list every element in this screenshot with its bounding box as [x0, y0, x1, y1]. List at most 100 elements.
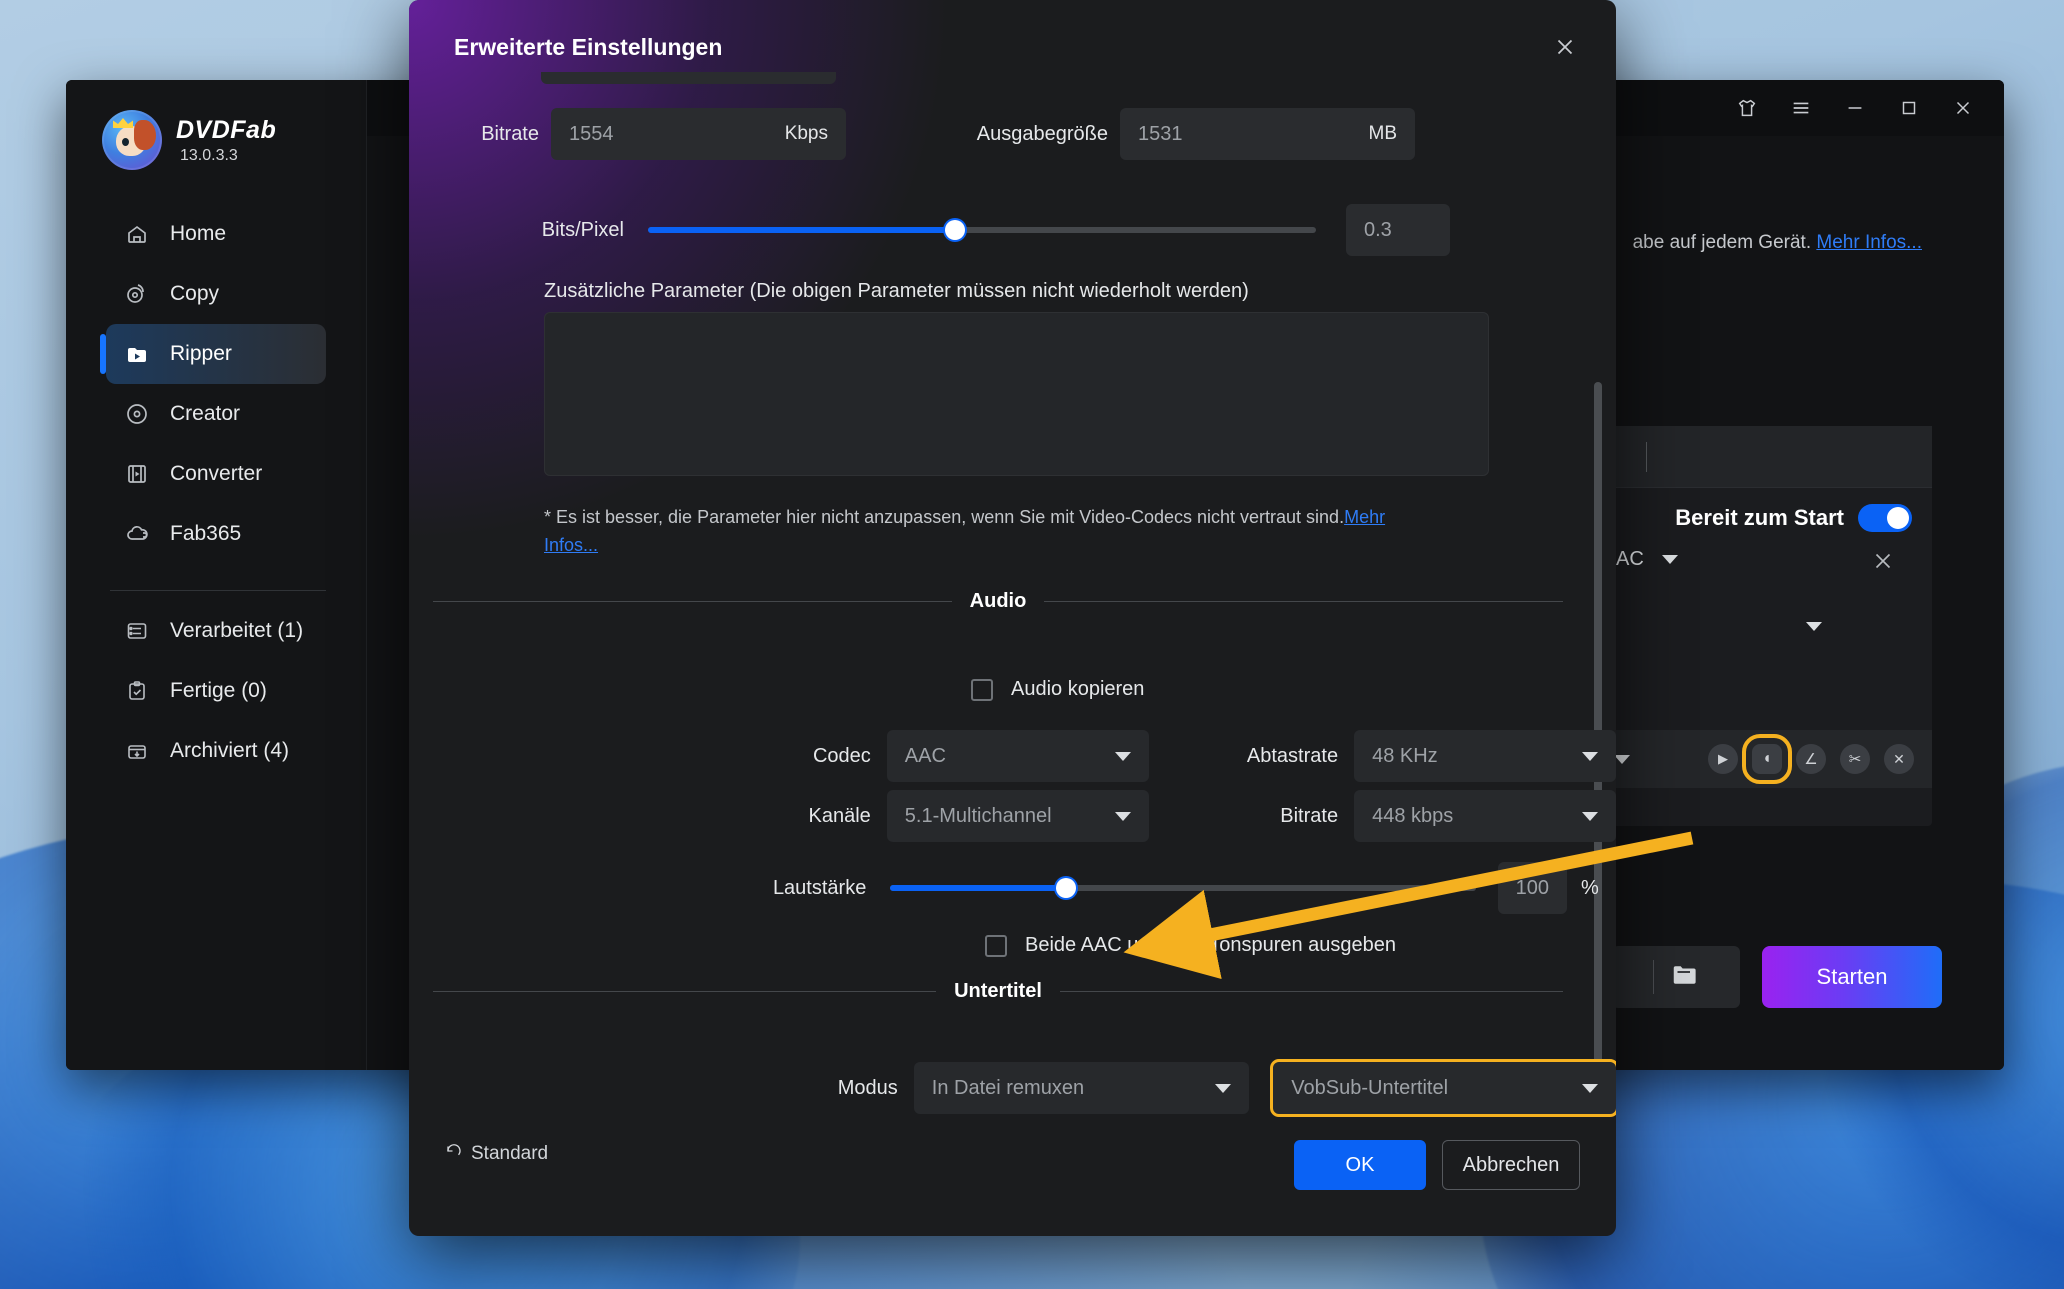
- audio-bitrate-select[interactable]: 448 kbps: [1354, 790, 1616, 842]
- cancel-button[interactable]: Abbrechen: [1442, 1140, 1580, 1190]
- sidebar-item-creator[interactable]: Creator: [106, 384, 326, 444]
- film-icon: [124, 461, 150, 487]
- dialog-footer: Standard OK Abbrechen: [409, 1096, 1616, 1236]
- outsize-label: Ausgabegröße: [976, 122, 1108, 145]
- subtitle-section-divider: Untertitel: [433, 980, 1564, 1003]
- task-toolbar: ▶ ◖ ∠ ✂ ✕: [1610, 730, 1932, 788]
- chevron-down-icon: [1215, 1083, 1232, 1093]
- sidebar-item-ripper[interactable]: Ripper: [100, 324, 326, 384]
- ready-toggle[interactable]: [1858, 504, 1912, 532]
- advanced-settings-dialog: Erweiterte Einstellungen Bitrate 1554 Kb…: [409, 0, 1616, 1236]
- output-folder-button[interactable]: [1612, 946, 1740, 1008]
- chevron-down-icon: [1582, 751, 1599, 761]
- ok-button[interactable]: OK: [1294, 1140, 1426, 1190]
- sidebar-item-fertige[interactable]: Fertige (0): [106, 661, 326, 721]
- home-icon: [124, 221, 150, 247]
- sidebar-item-label: Verarbeitet (1): [170, 619, 304, 642]
- hero-note-link[interactable]: Mehr Infos...: [1816, 232, 1922, 253]
- dialog-scrollbar[interactable]: [1594, 382, 1602, 1072]
- volume-unit: %: [1580, 876, 1599, 899]
- samplerate-label: Abtastrate: [1246, 744, 1339, 767]
- remove-icon[interactable]: ✕: [1884, 744, 1914, 774]
- sidebar-item-label: Archiviert (4): [170, 739, 290, 762]
- outsize-input[interactable]: 1531 MB: [1120, 108, 1415, 160]
- clipboard-check-icon: [124, 678, 150, 704]
- hamburger-menu-icon[interactable]: [1774, 80, 1828, 136]
- audio-bitrate-label: Bitrate: [1280, 804, 1339, 827]
- sidebar-item-fab365[interactable]: Fab365: [106, 504, 326, 564]
- volume-value: 100: [1515, 876, 1549, 899]
- outsize-value: 1531: [1138, 122, 1183, 145]
- extra-params-textarea[interactable]: [544, 312, 1489, 476]
- sidebar-item-label: Converter: [170, 462, 263, 485]
- shirt-icon[interactable]: [1720, 80, 1774, 136]
- cut-icon[interactable]: ✂: [1840, 744, 1870, 774]
- cloud-icon: [124, 521, 150, 547]
- task-card-header: [1610, 426, 1932, 488]
- brand: DVDFab 13.0.3.3: [66, 80, 366, 170]
- volume-slider[interactable]: [890, 878, 1476, 898]
- volume-input[interactable]: 100: [1497, 862, 1567, 914]
- sidebar-item-converter[interactable]: Converter: [106, 444, 326, 504]
- disc-icon: [124, 401, 150, 427]
- copy-audio-checkbox[interactable]: [971, 678, 993, 701]
- both-tracks-label: Beide AAC und AC3 Tonspuren ausgeben: [1025, 934, 1397, 956]
- sidebar-nav: Home Copy Ripper Creator Converter Fab36…: [66, 204, 366, 781]
- bottom-action-bar: Starten: [1612, 946, 1942, 1008]
- sidebar-item-label: Fertige (0): [170, 679, 267, 702]
- audio-section-divider: Audio: [433, 590, 1563, 613]
- dialog-close-icon[interactable]: [1552, 34, 1578, 65]
- folder-icon: [1670, 960, 1700, 995]
- task-card: Bereit zum Start AC ▶ ◖ ∠ ✂ ✕: [1610, 426, 1932, 826]
- sidebar-item-label: Fab365: [170, 522, 242, 545]
- play-icon[interactable]: ▶: [1708, 744, 1738, 774]
- disc-copy-icon: [124, 281, 150, 307]
- effect-icon[interactable]: ∠: [1796, 744, 1826, 774]
- video-hint: * Es ist besser, die Parameter hier nich…: [544, 504, 1444, 560]
- audio-codec-select[interactable]: AAC: [886, 730, 1149, 782]
- dialog-title: Erweiterte Einstellungen: [454, 34, 723, 60]
- minimize-icon[interactable]: [1828, 80, 1882, 136]
- subtitle-icon[interactable]: ◖: [1742, 734, 1792, 784]
- bitspixel-value-input[interactable]: 0.3: [1346, 204, 1450, 256]
- sidebar-item-label: Ripper: [170, 342, 232, 365]
- maximize-icon[interactable]: [1882, 80, 1936, 136]
- restore-default-label: Standard: [471, 1143, 549, 1164]
- video-hint-text: * Es ist besser, die Parameter hier nich…: [544, 507, 1345, 527]
- list-icon: [124, 618, 150, 644]
- bitspixel-value: 0.3: [1364, 218, 1392, 241]
- chevron-down-icon[interactable]: [1661, 555, 1678, 564]
- audio-bitrate-value: 448 kbps: [1372, 804, 1454, 827]
- sidebar: DVDFab 13.0.3.3 Home Copy Ripper Creator…: [66, 80, 367, 1070]
- sidebar-divider: [110, 590, 326, 591]
- sidebar-item-label: Copy: [170, 282, 220, 305]
- restore-default-button[interactable]: Standard: [445, 1142, 548, 1166]
- samplerate-select[interactable]: 48 KHz: [1354, 730, 1616, 782]
- extra-params-label: Zusätzliche Parameter (Die obigen Parame…: [544, 280, 1249, 302]
- bitrate-value: 1554: [569, 122, 614, 145]
- chevron-down-icon[interactable]: [1806, 622, 1822, 631]
- channels-label: Kanäle: [808, 804, 871, 827]
- start-button[interactable]: Starten: [1762, 946, 1942, 1008]
- hero-note-text: abe auf jedem Gerät.: [1632, 232, 1812, 253]
- sidebar-item-verarbeitet[interactable]: Verarbeitet (1): [106, 601, 326, 661]
- audio-codec-label: Codec: [812, 744, 871, 767]
- sidebar-item-home[interactable]: Home: [106, 204, 326, 264]
- close-icon[interactable]: [1936, 80, 1990, 136]
- sidebar-item-archiviert[interactable]: Archiviert (4): [106, 721, 326, 781]
- remove-task-icon[interactable]: [1870, 548, 1896, 579]
- bitrate-input[interactable]: 1554 Kbps: [551, 108, 846, 160]
- chevron-down-icon: [1582, 811, 1599, 821]
- bitrate-unit: Kbps: [784, 123, 828, 144]
- both-tracks-checkbox[interactable]: [985, 934, 1007, 957]
- hero-note: abe auf jedem Gerät. Mehr Infos...: [1633, 232, 1922, 254]
- samplerate-value: 48 KHz: [1372, 744, 1438, 767]
- dvdfab-logo-icon: [102, 110, 162, 170]
- sidebar-item-copy[interactable]: Copy: [106, 264, 326, 324]
- chevron-down-icon[interactable]: [1614, 754, 1630, 764]
- bitspixel-label: Bits/Pixel: [541, 218, 624, 241]
- channels-select[interactable]: 5.1-Multichannel: [886, 790, 1149, 842]
- subtitle-section-title: Untertitel: [954, 980, 1042, 1002]
- ripper-icon: [124, 341, 150, 367]
- bitspixel-slider[interactable]: [648, 220, 1316, 240]
